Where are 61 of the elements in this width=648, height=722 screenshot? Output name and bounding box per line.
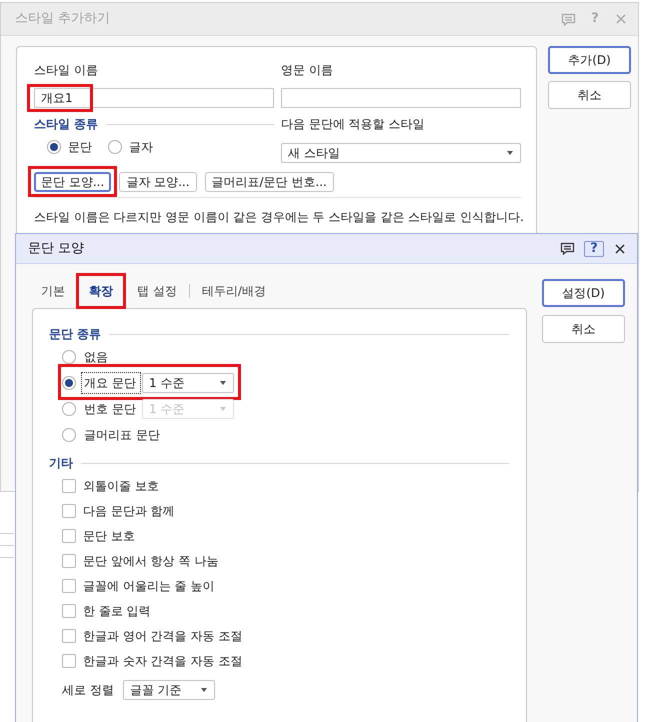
field-label: 스타일 이름 bbox=[34, 62, 98, 79]
dropdown[interactable]: 글꼴 기준 bbox=[122, 680, 215, 700]
format-button[interactable]: 글자 모양... bbox=[119, 172, 197, 192]
dialog-button[interactable]: 설정(D) bbox=[542, 279, 625, 307]
window-title: 문단 모양 bbox=[28, 240, 84, 258]
checkbox[interactable] bbox=[62, 554, 76, 568]
help-button[interactable]: ? bbox=[584, 240, 604, 256]
dropdown[interactable]: 1 수준 bbox=[142, 373, 234, 393]
radio-label[interactable]: 문단 bbox=[68, 138, 92, 156]
checkbox-label[interactable]: 한 줄로 입력 bbox=[83, 602, 151, 620]
checkbox[interactable] bbox=[62, 604, 76, 618]
checkbox[interactable] bbox=[62, 628, 76, 642]
dialog-button[interactable]: 취소 bbox=[548, 81, 631, 109]
format-button[interactable]: 글머리표/문단 번호... bbox=[204, 172, 334, 192]
checkbox-label[interactable]: 한글과 숫자 간격을 자동 조절 bbox=[83, 652, 242, 670]
radio-label[interactable]: 개요 문단 bbox=[81, 372, 141, 394]
caret-icon bbox=[507, 151, 513, 155]
field-label: 영문 이름 bbox=[281, 62, 333, 79]
section-heading: 스타일 종류 bbox=[34, 116, 98, 133]
radio-button[interactable] bbox=[62, 376, 76, 390]
speech-bubble-icon[interactable] bbox=[560, 242, 575, 255]
dialog-button[interactable]: 추가(D) bbox=[548, 46, 631, 74]
checkbox-label[interactable]: 문단 앞에서 항상 쪽 나눔 bbox=[83, 552, 218, 570]
radio-button[interactable] bbox=[62, 350, 76, 364]
checkbox[interactable] bbox=[62, 504, 76, 518]
caret-icon bbox=[220, 407, 226, 411]
radio-button[interactable] bbox=[62, 402, 76, 416]
section-heading: 기타 bbox=[49, 455, 73, 472]
tab[interactable]: 기본 bbox=[41, 282, 65, 300]
text-field[interactable]: 개요1 bbox=[34, 88, 274, 108]
field-label: 세로 정렬 bbox=[62, 682, 114, 698]
radio-label[interactable]: 없음 bbox=[81, 346, 111, 368]
tab[interactable]: 확장 bbox=[89, 282, 113, 300]
checkbox-label[interactable]: 한글과 영어 간격을 자동 조절 bbox=[83, 626, 242, 644]
tab[interactable]: 탭 설정 bbox=[137, 282, 177, 300]
checkbox-label[interactable]: 다음 문단과 함께 bbox=[83, 502, 175, 520]
format-button[interactable]: 문단 모양... bbox=[34, 172, 112, 192]
dropdown[interactable]: 새 스타일 bbox=[281, 143, 521, 163]
caret-icon bbox=[220, 381, 226, 385]
caret-icon bbox=[200, 688, 207, 692]
checkbox-label[interactable]: 글꼴에 어울리는 줄 높이 bbox=[83, 576, 214, 594]
checkbox-label[interactable]: 외톨이줄 보호 bbox=[83, 476, 159, 494]
radio-label[interactable]: 글머리표 문단 bbox=[81, 424, 163, 446]
radio-button[interactable] bbox=[47, 140, 61, 154]
tab[interactable]: 테두리/배경 bbox=[202, 282, 266, 300]
checkbox[interactable] bbox=[62, 578, 76, 592]
window-title: 스타일 추가하기 bbox=[15, 10, 110, 28]
radio-button[interactable] bbox=[108, 140, 122, 154]
section-heading: 문단 종류 bbox=[49, 326, 102, 343]
checkbox[interactable] bbox=[62, 478, 76, 492]
radio-label[interactable]: 글자 bbox=[129, 138, 153, 156]
checkbox[interactable] bbox=[62, 654, 76, 668]
checkbox[interactable] bbox=[62, 528, 76, 542]
dialog-button[interactable]: 취소 bbox=[542, 315, 625, 343]
checkbox-label[interactable]: 문단 보호 bbox=[83, 526, 135, 544]
info-text: 스타일 이름은 다르지만 영문 이름이 같은 경우에는 두 스타일을 같은 스타일로 인식합니다. bbox=[34, 209, 524, 226]
radio-button[interactable] bbox=[62, 428, 76, 442]
radio-label[interactable]: 번호 문단 bbox=[81, 398, 141, 420]
field-label: 다음 문단에 적용할 스타일 bbox=[281, 116, 424, 133]
text-field[interactable] bbox=[281, 88, 521, 108]
close-icon[interactable] bbox=[615, 244, 625, 254]
